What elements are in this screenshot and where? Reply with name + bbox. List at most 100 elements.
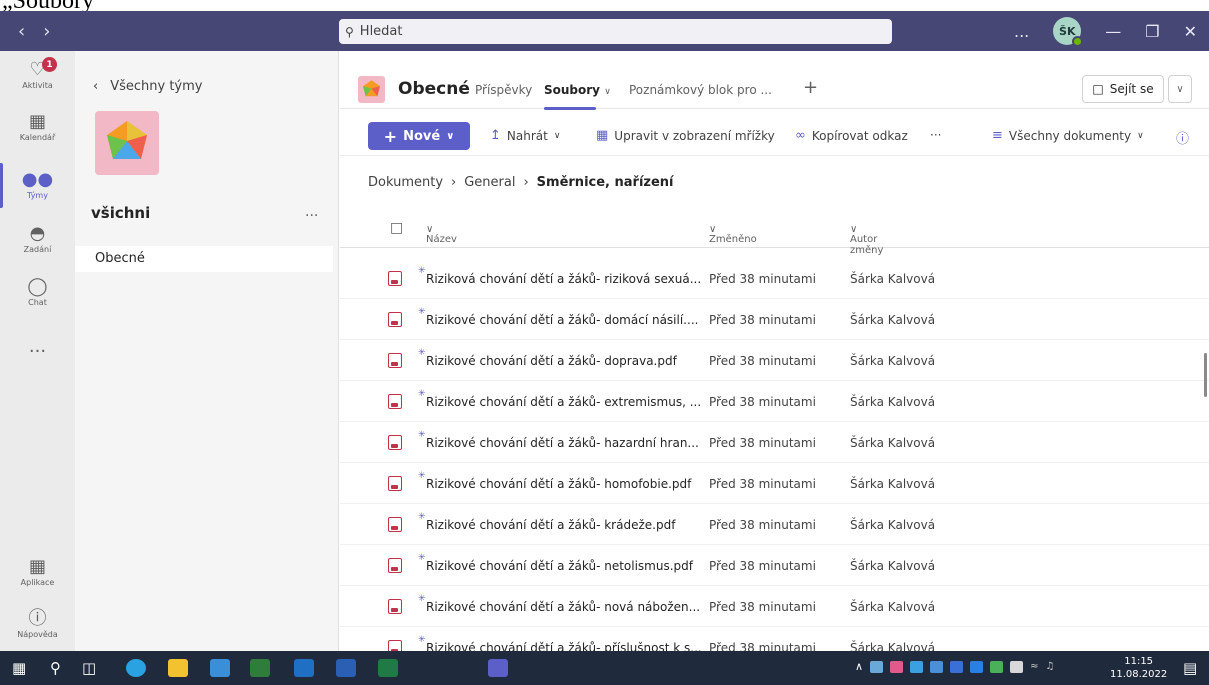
windows-start-icon[interactable]: ▦ [12, 659, 26, 677]
file-author: Šárka Kalvová [850, 600, 936, 614]
file-row[interactable]: ✳ Rizikové chování dětí a žáků- krádeže.p… [340, 504, 1209, 545]
all-teams-link[interactable]: ‹ Všechny týmy [93, 79, 202, 94]
tray-app-icon[interactable] [930, 660, 944, 673]
file-name[interactable]: Rizikové chování dětí a žáků- krádeže.pd… [426, 518, 675, 532]
tab-files[interactable]: Soubory ∨ [544, 83, 611, 97]
file-name[interactable]: Rizikové chování dětí a žáků- hazardní h… [426, 436, 699, 450]
file-explorer-icon[interactable] [168, 659, 188, 677]
video-camera-icon: □ [1092, 82, 1104, 96]
search-placeholder: Hledat [359, 24, 403, 39]
notifications-icon[interactable]: ▤ [1183, 659, 1197, 677]
file-row[interactable]: ✳ Rizikové chování dětí a žáků- nová nábo… [340, 586, 1209, 627]
teams-taskbar-icon[interactable] [488, 659, 508, 677]
copy-link-button[interactable]: ∞ Kopírovat odkaz [795, 128, 908, 143]
toolbar-more-button[interactable]: ··· [930, 128, 941, 142]
chevron-down-icon: ∨ [446, 130, 455, 142]
file-modified: Před 38 minutami [709, 477, 816, 491]
maximize-icon[interactable]: ❐ [1145, 22, 1159, 41]
meet-dropdown-button[interactable]: ∨ [1168, 75, 1192, 103]
bluetooth-icon[interactable] [970, 660, 984, 673]
edge-icon[interactable] [126, 659, 146, 677]
avatar[interactable]: ŠK [1053, 17, 1084, 47]
tab-notebook[interactable]: Poznámkový blok pro ... [629, 83, 772, 97]
rail-item-more[interactable]: ... [0, 336, 75, 358]
word-icon[interactable] [336, 659, 356, 677]
task-view-icon[interactable]: ◫ [82, 659, 96, 677]
wifi-icon[interactable]: ≈ [1030, 661, 1038, 672]
rail-item-calendar[interactable]: ▦ Kalendář [0, 111, 75, 142]
rail-item-assignments[interactable]: ◓ Zadání [0, 223, 75, 254]
scrollbar-thumb[interactable] [1204, 353, 1207, 397]
column-name[interactable]: Název ∨ [426, 224, 457, 245]
breadcrumb-item[interactable]: Dokumenty [368, 175, 443, 190]
file-row[interactable]: ✳ Rizikové chování dětí a žáků- extremism… [340, 381, 1209, 422]
taskbar-clock[interactable]: 11:15 11.08.2022 [1110, 655, 1167, 681]
edit-grid-view-button[interactable]: ▦ Upravit v zobrazení mřížky [596, 128, 775, 143]
pdf-file-icon [388, 517, 402, 532]
meet-label: Sejít se [1109, 82, 1154, 96]
upload-button[interactable]: ↥ Nahrát ∨ [490, 128, 560, 143]
channel-item-general[interactable]: Obecné [75, 246, 333, 272]
tray-app-icon[interactable] [950, 660, 964, 673]
meet-button[interactable]: □ Sejít se [1082, 75, 1164, 103]
rail-item-label: Aktivita [22, 81, 53, 90]
pdf-file-icon [388, 599, 402, 614]
column-modified[interactable]: Změněno ∨ [709, 224, 757, 245]
more-options-button[interactable]: ... [1014, 22, 1029, 41]
tray-app-icon[interactable] [890, 660, 904, 673]
files-toolbar: + Nové ∨ ↥ Nahrát ∨ ▦ Upravit v zobrazen… [340, 110, 1209, 156]
file-row[interactable]: ✳ Rizikové chování dětí a žáků- doprava.p… [340, 340, 1209, 381]
column-author[interactable]: Autor změny ∨ [850, 224, 883, 256]
minimize-icon[interactable]: — [1105, 22, 1121, 41]
info-icon[interactable]: ⓘ [1176, 128, 1189, 147]
battery-icon[interactable] [1010, 660, 1024, 673]
back-arrow-icon[interactable]: ‹ [18, 21, 25, 42]
file-name[interactable]: Rizikové chování dětí a žáků- netolismus… [426, 559, 693, 573]
file-name[interactable]: Rizikové chování dětí a žáků- nová nábož… [426, 600, 700, 614]
file-row[interactable]: ✳ Rizikové chování dětí a žáků- hazardní … [340, 422, 1209, 463]
taskbar-search-icon[interactable]: ⚲ [50, 659, 61, 677]
file-name[interactable]: Rizikové chování dětí a žáků- homofobie.… [426, 477, 691, 491]
file-name[interactable]: Rizikové chování dětí a žáků- domácí nás… [426, 313, 698, 327]
outlook-icon[interactable] [294, 659, 314, 677]
security-icon[interactable] [990, 660, 1004, 673]
breadcrumb-separator-icon: › [523, 175, 529, 190]
file-modified: Před 38 minutami [709, 395, 816, 409]
file-name[interactable]: Rizikové chování dětí a žáků- doprava.pd… [426, 354, 677, 368]
rail-item-activity[interactable]: ♡ 1 Aktivita [0, 57, 75, 90]
rail-item-teams[interactable]: ●● Týmy [0, 169, 75, 200]
breadcrumb-item[interactable]: General [464, 175, 515, 190]
tray-cloud-icon[interactable] [910, 660, 924, 673]
search-input[interactable]: ⚲ Hledat [339, 19, 892, 44]
excel-icon[interactable] [378, 659, 398, 677]
new-file-marker-icon: ✳ [418, 471, 426, 481]
file-row[interactable]: ✳ Rizikové chování dětí a žáků- domácí ná… [340, 299, 1209, 340]
tray-app-icon[interactable] [870, 660, 884, 673]
link-icon: ∞ [795, 128, 806, 143]
rail-item-chat[interactable]: ◯ Chat [0, 276, 75, 307]
add-tab-icon[interactable]: + [803, 77, 818, 98]
volume-icon[interactable]: ♫ [1045, 661, 1054, 672]
app-green-icon[interactable] [250, 659, 270, 677]
file-row[interactable]: ✳ Riziková chování dětí a žáků- riziková … [340, 258, 1209, 299]
edit-grid-label: Upravit v zobrazení mřížky [614, 128, 775, 143]
file-row[interactable]: ✳ Rizikové chování dětí a žáků- homofobie… [340, 463, 1209, 504]
team-more-button[interactable]: ... [305, 204, 318, 220]
team-name: všichni [91, 204, 151, 222]
mail-icon[interactable] [210, 659, 230, 677]
chevron-left-icon: ‹ [93, 79, 99, 94]
system-tray: ∧ ≈ ♫ [855, 660, 1054, 673]
search-icon: ⚲ [345, 24, 354, 39]
file-row[interactable]: ✳ Rizikové chování dětí a žáků- netolismu… [340, 545, 1209, 586]
tab-posts[interactable]: Příspěvky [475, 83, 532, 97]
upload-label: Nahrát [506, 128, 548, 143]
forward-arrow-icon[interactable]: › [43, 21, 50, 42]
new-button[interactable]: + Nové ∨ [368, 122, 470, 150]
close-icon[interactable]: ✕ [1184, 22, 1197, 41]
file-name[interactable]: Riziková chování dětí a žáků- riziková s… [426, 272, 701, 286]
view-selector[interactable]: ≡ Všechny dokumenty ∨ [992, 128, 1144, 143]
chevron-up-icon[interactable]: ∧ [855, 660, 863, 673]
rail-item-help[interactable]: ⓘ Nápověda [0, 608, 75, 639]
rail-item-apps[interactable]: ▦ Aplikace [0, 556, 75, 587]
file-name[interactable]: Rizikové chování dětí a žáků- extremismu… [426, 395, 701, 409]
